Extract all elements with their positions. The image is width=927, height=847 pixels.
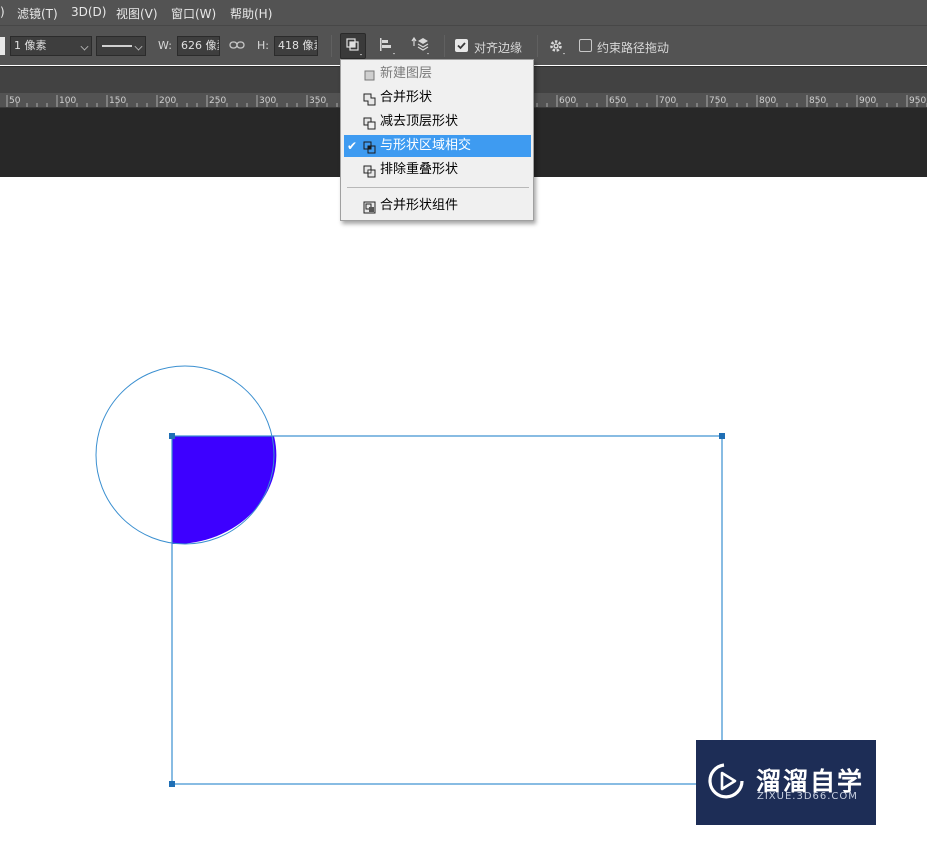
menu-item-label: 排除重叠形状 xyxy=(380,162,459,177)
menu-item-merge-shape-components[interactable]: 合并形状组件 xyxy=(344,195,531,217)
menu-item-exclude-overlapping-shapes[interactable]: 排除重叠形状 xyxy=(344,159,531,181)
stroke-type-select[interactable] xyxy=(96,36,146,56)
menu-item-view[interactable]: 视图(V) xyxy=(116,5,158,22)
stroke-line-preview xyxy=(102,45,132,47)
ruler-label: 650 xyxy=(609,96,626,106)
toolbar-separator xyxy=(331,35,332,57)
link-icon[interactable] xyxy=(229,38,245,55)
stroke-width-select[interactable]: 1 像素 xyxy=(10,36,92,56)
width-label: W: xyxy=(158,39,172,52)
constrain-path-checkbox[interactable] xyxy=(579,39,592,52)
path-operations-icon xyxy=(346,38,362,56)
checkmark-icon: ✔ xyxy=(347,139,358,153)
menu-item-help[interactable]: 帮助(H) xyxy=(230,5,272,22)
intersect-shape-areas-icon xyxy=(363,140,376,154)
ruler-label: 100 xyxy=(59,96,76,106)
menu-item-window[interactable]: 窗口(W) xyxy=(171,5,216,22)
ruler-label: 700 xyxy=(659,96,676,106)
menu-item-intersect-shape-areas[interactable]: ✔ 与形状区域相交 xyxy=(344,135,531,157)
ruler-label: 150 xyxy=(109,96,126,106)
ruler-label: 250 xyxy=(209,96,226,106)
stroke-width-value: 1 像素 xyxy=(14,39,47,52)
align-edges-checkbox[interactable] xyxy=(455,39,468,52)
height-label: H: xyxy=(257,39,269,52)
menu-item-combine-shapes[interactable]: 合并形状 xyxy=(344,87,531,109)
chevron-down-icon xyxy=(80,42,89,51)
height-input[interactable]: 418 像素 xyxy=(274,36,318,56)
menu-item-edge[interactable]: ) xyxy=(0,5,5,19)
new-layer-icon xyxy=(363,68,376,81)
menu-item-new-layer[interactable]: 新建图层 xyxy=(344,63,531,85)
path-operations-menu: 新建图层 合并形状 减去顶层形状 ✔ 与形状区域相交 排除重叠形状 合并形状组件 xyxy=(340,59,534,221)
chevron-down-icon xyxy=(134,42,143,51)
ruler-label: 850 xyxy=(809,96,826,106)
toolbar-separator xyxy=(537,35,538,57)
path-alignment-button[interactable] xyxy=(374,33,400,59)
path-operations-button[interactable] xyxy=(340,33,366,59)
play-logo-icon xyxy=(708,762,746,803)
ruler-label: 50 xyxy=(9,96,21,106)
stroke-color-swatch[interactable] xyxy=(0,37,5,55)
gear-icon[interactable] xyxy=(548,38,568,59)
ruler-label: 300 xyxy=(259,96,276,106)
width-input[interactable]: 626 像素 xyxy=(177,36,220,56)
height-value: 418 像素 xyxy=(278,39,317,52)
toolbar-separator xyxy=(444,35,445,57)
menu-item-subtract-front-shape[interactable]: 减去顶层形状 xyxy=(344,111,531,133)
constrain-path-label: 约束路径拖动 xyxy=(597,41,670,55)
menu-item-label: 合并形状 xyxy=(380,90,433,105)
path-arrangement-icon xyxy=(411,36,429,55)
menu-item-3d[interactable]: 3D(D) xyxy=(71,5,106,19)
exclude-overlapping-shapes-icon xyxy=(363,164,376,178)
menu-item-label: 与形状区域相交 xyxy=(380,138,472,153)
checkmark-icon xyxy=(457,42,466,50)
menu-item-label: 合并形状组件 xyxy=(380,198,459,213)
watermark-url: ZIXUE.3D66.COM xyxy=(757,791,858,802)
menu-item-filter[interactable]: 滤镜(T) xyxy=(17,5,58,22)
menu-bar: ) 滤镜(T) 3D(D) 视图(V) 窗口(W) 帮助(H) xyxy=(0,0,927,25)
menu-separator xyxy=(347,187,529,188)
path-arrangement-button[interactable] xyxy=(408,33,434,59)
watermark: 溜溜自学 ZIXUE.3D66.COM xyxy=(696,740,876,825)
menu-item-label: 减去顶层形状 xyxy=(380,114,459,129)
path-alignment-icon xyxy=(380,38,395,55)
ruler-label: 350 xyxy=(309,96,326,106)
align-edges-label: 对齐边缘 xyxy=(474,41,523,55)
ruler-label: 600 xyxy=(559,96,576,106)
subtract-front-shape-icon xyxy=(363,116,376,130)
ruler-label: 200 xyxy=(159,96,176,106)
combine-shapes-icon xyxy=(363,92,376,106)
ruler-label: 800 xyxy=(759,96,776,106)
menu-item-label: 新建图层 xyxy=(380,66,433,81)
ruler-label: 950 xyxy=(909,96,926,106)
ruler-label: 750 xyxy=(709,96,726,106)
ruler-label: 900 xyxy=(859,96,876,106)
width-value: 626 像素 xyxy=(181,39,219,52)
merge-shape-components-icon xyxy=(363,200,376,214)
